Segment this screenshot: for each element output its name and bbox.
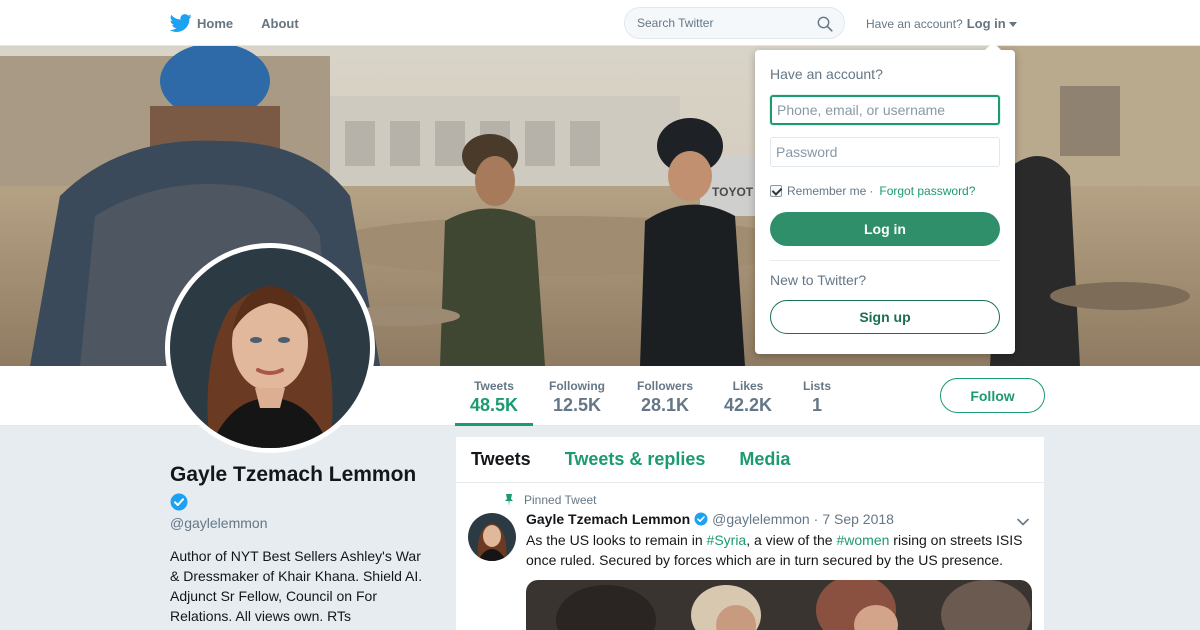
follow-button[interactable]: Follow: [940, 378, 1045, 413]
tweet-date[interactable]: 7 Sep 2018: [822, 511, 894, 527]
dropdown-title: Have an account?: [770, 66, 883, 82]
stat-lists[interactable]: Lists 1: [794, 366, 840, 426]
new-to-twitter-text: New to Twitter?: [770, 272, 867, 288]
nav-about-label: About: [261, 15, 299, 31]
stat-label: Lists: [802, 379, 831, 393]
tab-media[interactable]: Media: [739, 449, 790, 470]
stat-following[interactable]: Following 12.5K: [540, 366, 614, 426]
stat-label: Tweets: [474, 379, 514, 393]
profile-avatar[interactable]: [165, 243, 375, 453]
avatar-photo: [170, 248, 370, 448]
stat-value: 48.5K: [469, 395, 519, 415]
tweet-text: As the US looks to remain in #Syria, a v…: [526, 530, 1036, 570]
tab-tweets-replies[interactable]: Tweets & replies: [565, 449, 706, 470]
stat-tweets[interactable]: Tweets 48.5K: [455, 366, 533, 426]
top-navigation-bar: Home About Have an account? Log in: [0, 0, 1200, 46]
remember-separator: ·: [869, 184, 874, 198]
search-input[interactable]: [637, 16, 807, 30]
tweet-author-handle[interactable]: @gaylelemmon: [712, 511, 809, 527]
hashtag-link[interactable]: #Syria: [707, 532, 747, 548]
login-menu-toggle[interactable]: Have an account? Log in: [866, 16, 1017, 31]
tweet-text-part: , a view of the: [746, 532, 837, 548]
profile-handle[interactable]: @gaylelemmon: [170, 515, 267, 531]
forgot-password-link[interactable]: Forgot password?: [879, 184, 975, 198]
stat-value: 12.5K: [552, 395, 602, 415]
login-link-label: Log in: [966, 16, 1006, 31]
nav-left-group: Home About: [170, 0, 327, 46]
tweet-text-part: As the US looks to remain in: [526, 532, 707, 548]
password-field[interactable]: [770, 137, 1000, 167]
tweet-media-image[interactable]: [526, 580, 1032, 630]
verified-badge-icon: [170, 493, 188, 511]
tweet-photo: [526, 580, 1032, 630]
stat-label: Following: [549, 379, 605, 393]
tweet-header: Gayle Tzemach Lemmon @gaylelemmon · 7 Se…: [526, 511, 894, 527]
caret-down-icon: [1008, 21, 1017, 27]
stat-value: 1: [811, 395, 822, 415]
profile-bio: Author of NYT Best Sellers Ashley's War …: [170, 548, 423, 624]
nav-home-label: Home: [197, 15, 234, 31]
search-box[interactable]: [624, 7, 845, 39]
twitter-bird-icon: [170, 14, 192, 32]
verified-badge-icon: [694, 512, 708, 526]
remember-row: Remember me · Forgot password?: [770, 184, 975, 198]
username-field[interactable]: [770, 95, 1000, 125]
stat-value: 42.2K: [723, 395, 773, 415]
hashtag-link[interactable]: #women: [837, 532, 890, 548]
stat-likes[interactable]: Likes 42.2K: [716, 366, 780, 426]
tweet-author-name[interactable]: Gayle Tzemach Lemmon: [526, 511, 690, 527]
login-button[interactable]: Log in: [770, 212, 1000, 246]
pin-icon: [505, 494, 513, 506]
tab-tweets[interactable]: Tweets: [471, 449, 531, 470]
remember-me-label[interactable]: Remember me: [787, 184, 866, 198]
pinned-text: Pinned Tweet: [524, 493, 597, 507]
timeline-tabs: Tweets Tweets & replies Media: [456, 437, 1044, 483]
truck-text: TOYOT: [712, 185, 754, 199]
have-account-text: Have an account?: [866, 16, 963, 31]
stat-label: Likes: [732, 379, 764, 393]
chevron-down-icon[interactable]: [1016, 515, 1030, 529]
profile-name: Gayle Tzemach Lemmon: [170, 463, 417, 486]
nav-home-link[interactable]: Home: [170, 12, 233, 34]
stat-followers[interactable]: Followers 28.1K: [628, 366, 702, 426]
stat-value: 28.1K: [640, 395, 690, 415]
remember-me-checkbox[interactable]: [770, 185, 782, 197]
tweet-avatar[interactable]: [468, 513, 516, 561]
pinned-tweet-label: Pinned Tweet: [503, 493, 597, 507]
stat-label: Followers: [636, 379, 693, 393]
search-icon[interactable]: [817, 16, 833, 32]
login-dropdown: Have an account? Remember me · Forgot pa…: [755, 42, 1015, 354]
nav-about-link[interactable]: About: [261, 16, 299, 31]
tweet-meta-separator: ·: [813, 511, 819, 527]
signup-button[interactable]: Sign up: [770, 300, 1000, 334]
timeline: Tweets Tweets & replies Media Pinned Twe…: [456, 437, 1044, 630]
dropdown-divider: [770, 260, 1000, 261]
tweet-avatar-photo: [468, 513, 516, 561]
